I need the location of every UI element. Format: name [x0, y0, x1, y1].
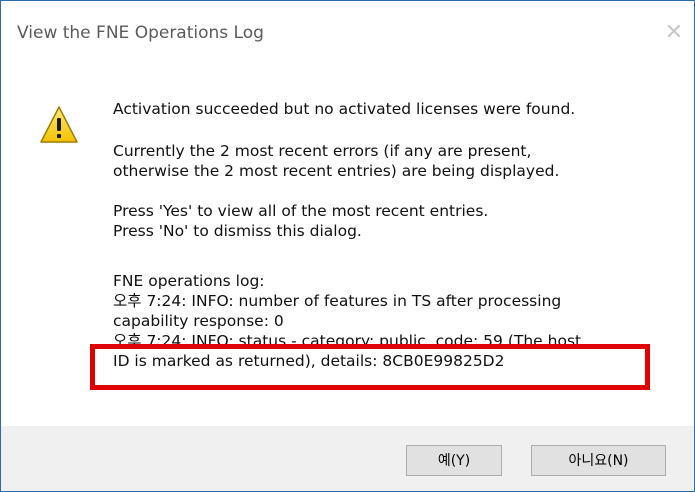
message-line: Press 'No' to dismiss this dialog. [113, 222, 362, 240]
close-icon[interactable]: ✕ [662, 21, 686, 45]
message-primary: Activation succeeded but no activated li… [113, 100, 576, 118]
dialog-title: View the FNE Operations Log [17, 23, 264, 43]
warning-icon [40, 106, 78, 143]
log-entry-line: capability response: 0 [113, 312, 284, 330]
yes-button[interactable]: 예(Y) [406, 445, 502, 476]
no-button[interactable]: 아니요(N) [531, 445, 666, 476]
message-line: otherwise the 2 most recent entries) are… [113, 162, 560, 180]
message-line: Currently the 2 most recent errors (if a… [113, 142, 532, 160]
message-dialog: View the FNE Operations Log ✕ Activation… [0, 0, 695, 492]
log-header: FNE operations log: [113, 272, 265, 290]
highlight-box [90, 344, 650, 390]
message-body: Activation succeeded but no activated li… [113, 99, 673, 371]
log-entry-line: 오후 7:24: INFO: number of features in TS … [113, 292, 562, 310]
title-bar: View the FNE Operations Log ✕ [1, 1, 694, 63]
button-bar: 예(Y) 아니요(N) [1, 426, 694, 491]
message-line: Press 'Yes' to view all of the most rece… [113, 202, 489, 220]
